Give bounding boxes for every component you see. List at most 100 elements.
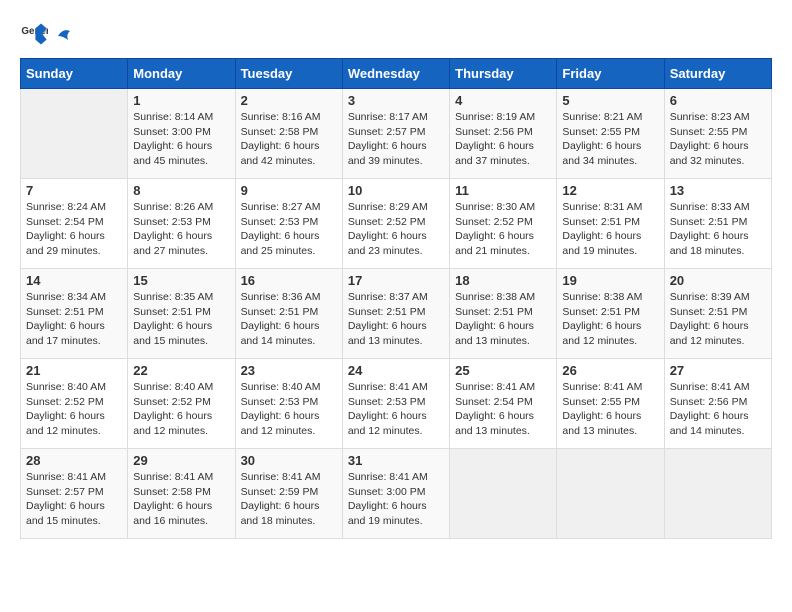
calendar-cell: 20 Sunrise: 8:39 AM Sunset: 2:51 PM Dayli… (664, 269, 771, 359)
day-info: Sunrise: 8:38 AM Sunset: 2:51 PM Dayligh… (562, 290, 658, 349)
day-number: 25 (455, 363, 551, 378)
day-info: Sunrise: 8:41 AM Sunset: 2:54 PM Dayligh… (455, 380, 551, 439)
calendar-cell: 1 Sunrise: 8:14 AM Sunset: 3:00 PM Daylig… (128, 89, 235, 179)
day-info: Sunrise: 8:41 AM Sunset: 2:55 PM Dayligh… (562, 380, 658, 439)
day-number: 20 (670, 273, 766, 288)
calendar-cell: 23 Sunrise: 8:40 AM Sunset: 2:53 PM Dayli… (235, 359, 342, 449)
calendar-cell: 9 Sunrise: 8:27 AM Sunset: 2:53 PM Daylig… (235, 179, 342, 269)
calendar-week-row: 7 Sunrise: 8:24 AM Sunset: 2:54 PM Daylig… (21, 179, 772, 269)
calendar-cell: 12Sunrise: 8:31 AM Sunset: 2:51 PM Dayli… (557, 179, 664, 269)
calendar-table: SundayMondayTuesdayWednesdayThursdayFrid… (20, 58, 772, 539)
day-header-monday: Monday (128, 59, 235, 89)
day-info: Sunrise: 8:40 AM Sunset: 2:52 PM Dayligh… (133, 380, 229, 439)
calendar-cell: 4 Sunrise: 8:19 AM Sunset: 2:56 PM Daylig… (450, 89, 557, 179)
day-info: Sunrise: 8:24 AM Sunset: 2:54 PM Dayligh… (26, 200, 122, 259)
day-info: Sunrise: 8:34 AM Sunset: 2:51 PM Dayligh… (26, 290, 122, 349)
day-info: Sunrise: 8:38 AM Sunset: 2:51 PM Dayligh… (455, 290, 551, 349)
day-number: 21 (26, 363, 122, 378)
calendar-cell: 21 Sunrise: 8:40 AM Sunset: 2:52 PM Dayli… (21, 359, 128, 449)
calendar-cell: 7 Sunrise: 8:24 AM Sunset: 2:54 PM Daylig… (21, 179, 128, 269)
calendar-cell: 30Sunrise: 8:41 AM Sunset: 2:59 PM Dayli… (235, 449, 342, 539)
calendar-cell: 25 Sunrise: 8:41 AM Sunset: 2:54 PM Dayli… (450, 359, 557, 449)
day-info: Sunrise: 8:40 AM Sunset: 2:53 PM Dayligh… (241, 380, 337, 439)
calendar-cell (21, 89, 128, 179)
day-header-sunday: Sunday (21, 59, 128, 89)
day-number: 16 (241, 273, 337, 288)
day-number: 1 (133, 93, 229, 108)
calendar-cell (557, 449, 664, 539)
day-number: 27 (670, 363, 766, 378)
calendar-cell: 15Sunrise: 8:35 AM Sunset: 2:51 PM Dayli… (128, 269, 235, 359)
day-number: 24 (348, 363, 444, 378)
calendar-cell: 14 Sunrise: 8:34 AM Sunset: 2:51 PM Dayli… (21, 269, 128, 359)
day-info: Sunrise: 8:33 AM Sunset: 2:51 PM Dayligh… (670, 200, 766, 259)
logo: General (20, 20, 74, 48)
day-number: 5 (562, 93, 658, 108)
calendar-cell: 2Sunrise: 8:16 AM Sunset: 2:58 PM Daylig… (235, 89, 342, 179)
day-info: Sunrise: 8:40 AM Sunset: 2:52 PM Dayligh… (26, 380, 122, 439)
calendar-cell: 22 Sunrise: 8:40 AM Sunset: 2:52 PM Dayli… (128, 359, 235, 449)
day-number: 11 (455, 183, 551, 198)
day-number: 4 (455, 93, 551, 108)
calendar-week-row: 1 Sunrise: 8:14 AM Sunset: 3:00 PM Daylig… (21, 89, 772, 179)
calendar-cell: 27 Sunrise: 8:41 AM Sunset: 2:56 PM Dayli… (664, 359, 771, 449)
day-number: 22 (133, 363, 229, 378)
day-info: Sunrise: 8:39 AM Sunset: 2:51 PM Dayligh… (670, 290, 766, 349)
logo-icon: General (20, 20, 48, 48)
day-info: Sunrise: 8:23 AM Sunset: 2:55 PM Dayligh… (670, 110, 766, 169)
day-info: Sunrise: 8:30 AM Sunset: 2:52 PM Dayligh… (455, 200, 551, 259)
day-number: 29 (133, 453, 229, 468)
day-info: Sunrise: 8:17 AM Sunset: 2:57 PM Dayligh… (348, 110, 444, 169)
day-header-thursday: Thursday (450, 59, 557, 89)
day-info: Sunrise: 8:41 AM Sunset: 2:53 PM Dayligh… (348, 380, 444, 439)
calendar-cell (450, 449, 557, 539)
calendar-cell (664, 449, 771, 539)
calendar-cell: 26 Sunrise: 8:41 AM Sunset: 2:55 PM Dayli… (557, 359, 664, 449)
calendar-cell: 18 Sunrise: 8:38 AM Sunset: 2:51 PM Dayli… (450, 269, 557, 359)
day-number: 30 (241, 453, 337, 468)
calendar-cell: 28 Sunrise: 8:41 AM Sunset: 2:57 PM Dayli… (21, 449, 128, 539)
calendar-cell: 19Sunrise: 8:38 AM Sunset: 2:51 PM Dayli… (557, 269, 664, 359)
day-header-wednesday: Wednesday (342, 59, 449, 89)
calendar-cell: 10 Sunrise: 8:29 AM Sunset: 2:52 PM Dayli… (342, 179, 449, 269)
day-number: 23 (241, 363, 337, 378)
day-number: 31 (348, 453, 444, 468)
day-number: 28 (26, 453, 122, 468)
calendar-header-row: SundayMondayTuesdayWednesdayThursdayFrid… (21, 59, 772, 89)
day-number: 6 (670, 93, 766, 108)
calendar-cell: 5Sunrise: 8:21 AM Sunset: 2:55 PM Daylig… (557, 89, 664, 179)
calendar-cell: 29Sunrise: 8:41 AM Sunset: 2:58 PM Dayli… (128, 449, 235, 539)
calendar-cell: 13 Sunrise: 8:33 AM Sunset: 2:51 PM Dayli… (664, 179, 771, 269)
day-number: 17 (348, 273, 444, 288)
day-info: Sunrise: 8:29 AM Sunset: 2:52 PM Dayligh… (348, 200, 444, 259)
day-info: Sunrise: 8:41 AM Sunset: 2:56 PM Dayligh… (670, 380, 766, 439)
day-number: 8 (133, 183, 229, 198)
logo-bird-icon (54, 26, 72, 46)
calendar-cell: 16 Sunrise: 8:36 AM Sunset: 2:51 PM Dayli… (235, 269, 342, 359)
day-number: 12 (562, 183, 658, 198)
day-number: 3 (348, 93, 444, 108)
day-number: 9 (241, 183, 337, 198)
calendar-week-row: 14 Sunrise: 8:34 AM Sunset: 2:51 PM Dayli… (21, 269, 772, 359)
day-number: 13 (670, 183, 766, 198)
day-number: 10 (348, 183, 444, 198)
day-info: Sunrise: 8:27 AM Sunset: 2:53 PM Dayligh… (241, 200, 337, 259)
day-info: Sunrise: 8:41 AM Sunset: 2:57 PM Dayligh… (26, 470, 122, 529)
day-info: Sunrise: 8:41 AM Sunset: 3:00 PM Dayligh… (348, 470, 444, 529)
day-info: Sunrise: 8:19 AM Sunset: 2:56 PM Dayligh… (455, 110, 551, 169)
calendar-cell: 3 Sunrise: 8:17 AM Sunset: 2:57 PM Daylig… (342, 89, 449, 179)
day-info: Sunrise: 8:36 AM Sunset: 2:51 PM Dayligh… (241, 290, 337, 349)
day-number: 15 (133, 273, 229, 288)
day-info: Sunrise: 8:37 AM Sunset: 2:51 PM Dayligh… (348, 290, 444, 349)
calendar-cell: 24 Sunrise: 8:41 AM Sunset: 2:53 PM Dayli… (342, 359, 449, 449)
day-number: 14 (26, 273, 122, 288)
day-number: 7 (26, 183, 122, 198)
day-number: 26 (562, 363, 658, 378)
day-info: Sunrise: 8:16 AM Sunset: 2:58 PM Dayligh… (241, 110, 337, 169)
calendar-week-row: 21 Sunrise: 8:40 AM Sunset: 2:52 PM Dayli… (21, 359, 772, 449)
day-header-friday: Friday (557, 59, 664, 89)
day-number: 18 (455, 273, 551, 288)
day-info: Sunrise: 8:14 AM Sunset: 3:00 PM Dayligh… (133, 110, 229, 169)
calendar-cell: 6 Sunrise: 8:23 AM Sunset: 2:55 PM Daylig… (664, 89, 771, 179)
page-header: General (20, 20, 772, 48)
